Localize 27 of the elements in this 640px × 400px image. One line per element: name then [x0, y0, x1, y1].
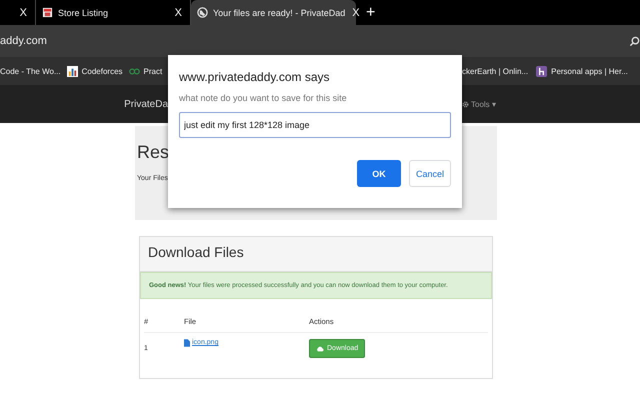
ok-button[interactable]: OK [357, 160, 401, 187]
note-input[interactable]: just edit my first 128*128 image [179, 112, 451, 138]
file-icon [184, 339, 190, 347]
new-tab-button[interactable]: + [362, 4, 380, 22]
bookmark[interactable]: Code - The Wo... [0, 66, 61, 76]
tab-title: Your files are ready! - PrivateDad [213, 8, 346, 18]
heroku-icon [536, 66, 548, 76]
cloud-icon [316, 346, 324, 352]
dialog-message: what note do you want to save for this site [179, 93, 348, 103]
address-field[interactable]: addy.com [0, 35, 47, 47]
store-icon [42, 7, 53, 18]
results-heading: Res [137, 142, 170, 163]
bookmark[interactable]: Codeforces [66, 66, 123, 76]
tools-menu[interactable]: Tools ▾ [462, 100, 496, 108]
cancel-button[interactable]: Cancel [409, 160, 451, 187]
tab-title: Store Listing [58, 8, 110, 18]
bookmark[interactable]: ckerEarth | Onlin... [462, 66, 528, 76]
bookmark[interactable]: Personal apps | Her... [536, 66, 628, 76]
close-button[interactable]: X [18, 6, 29, 18]
bookmark[interactable]: Pract [128, 66, 162, 76]
site-brand[interactable]: PrivateDa [124, 98, 168, 110]
search-icon [629, 36, 640, 46]
card-title: Download Files [140, 237, 492, 272]
bar-chart-icon [66, 66, 78, 76]
gear-icon [462, 100, 469, 108]
dialog-title: www.privatedaddy.com says [179, 70, 331, 84]
close-button[interactable]: X [172, 6, 184, 18]
